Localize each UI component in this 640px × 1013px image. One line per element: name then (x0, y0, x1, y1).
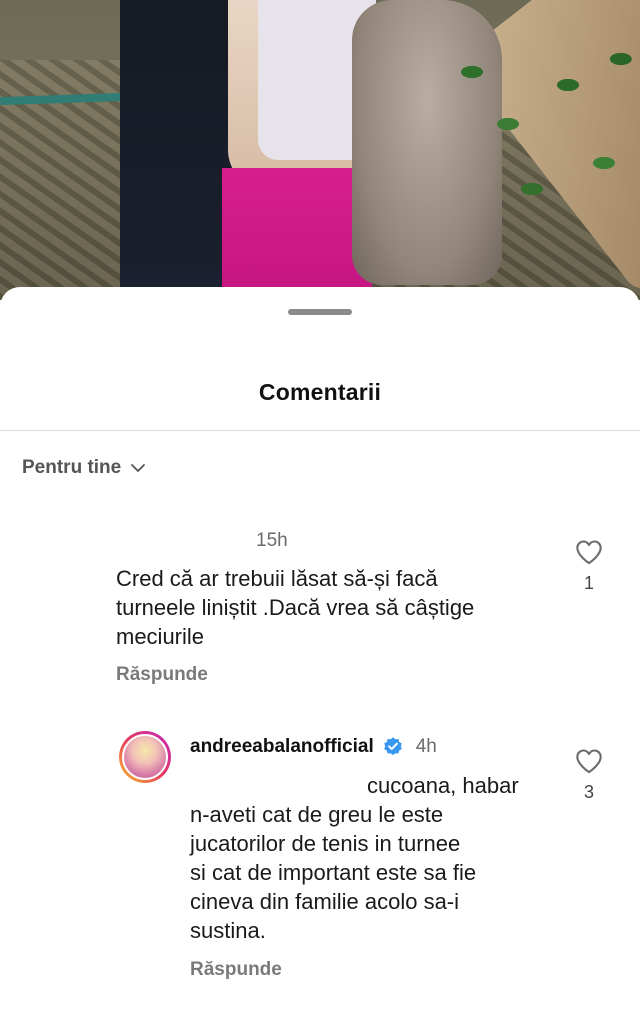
heart-icon (576, 749, 602, 774)
like-count: 3 (583, 782, 594, 802)
verified-badge-icon (382, 736, 404, 758)
comment-item: 15h Cred că ar trebuii lăsat să-și facă … (0, 507, 640, 697)
background-photo (0, 0, 640, 300)
comments-sheet: Comentarii Pentru tine 15h Cred că ar tr… (0, 287, 640, 1013)
comment-meta: andreeabalanofficial 4h (190, 736, 437, 758)
comment-item: andreeabalanofficial 4h cucoana, habar n… (0, 727, 640, 997)
reply-button[interactable]: Răspunde (116, 664, 208, 686)
heart-icon (576, 540, 602, 565)
comment-text-first-line: cucoana, habar (367, 773, 519, 798)
chevron-down-icon (129, 459, 147, 477)
comment-time: 15h (256, 530, 288, 551)
like-count: 1 (583, 573, 594, 593)
comment-username[interactable]: andreeabalanofficial (190, 736, 374, 758)
comment-time: 4h (415, 736, 437, 757)
avatar[interactable] (119, 731, 171, 783)
comment-text: Cred că ar trebuii lăsat să-și facă turn… (116, 566, 475, 649)
sheet-title: Comentarii (258, 379, 382, 405)
comment-text: n-aveti cat de greu le este jucatorilor … (190, 802, 477, 943)
reply-button[interactable]: Răspunde (190, 959, 282, 981)
sort-selector-label: Pentru tine (22, 457, 122, 478)
sort-selector[interactable]: Pentru tine (22, 457, 147, 479)
header-divider (0, 430, 640, 431)
like-button[interactable]: 3 (574, 748, 604, 803)
like-button[interactable]: 1 (574, 539, 604, 594)
drag-handle[interactable] (288, 309, 352, 315)
comment-meta: 15h (256, 530, 288, 552)
